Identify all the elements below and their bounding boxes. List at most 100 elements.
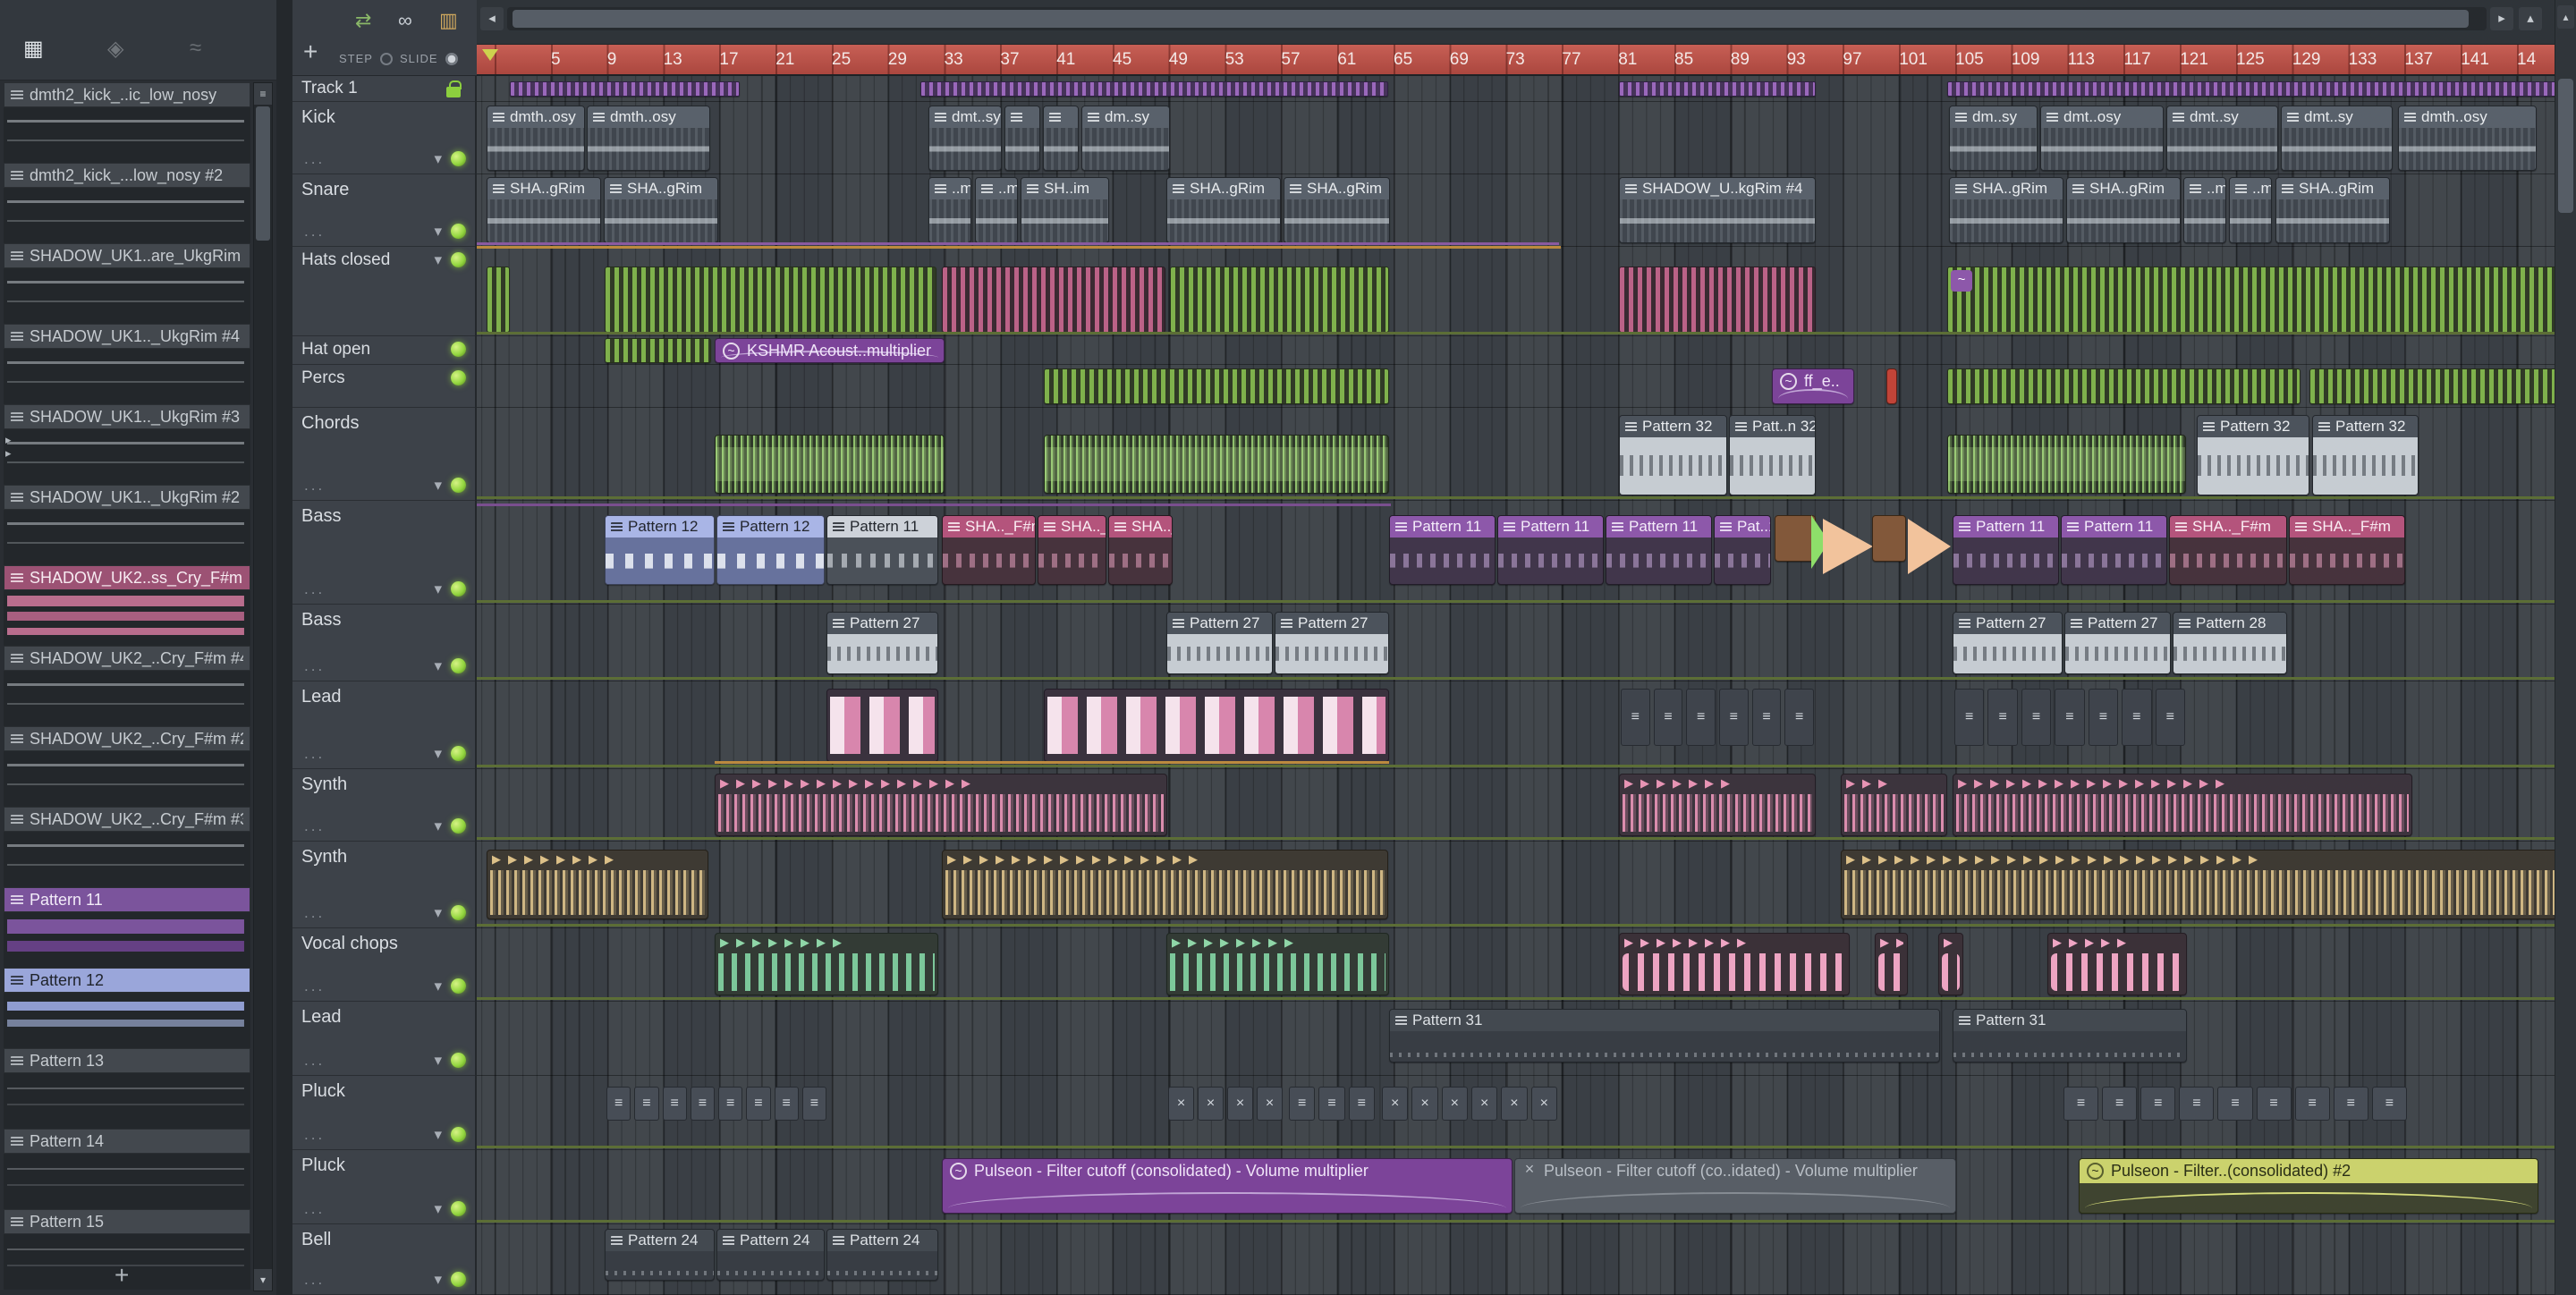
clip-pattern-11[interactable]: Pattern 11 bbox=[2061, 515, 2167, 585]
mini-clip[interactable]: ≡ bbox=[2294, 1087, 2330, 1121]
clip-bg[interactable] bbox=[1170, 267, 1389, 333]
mini-clip[interactable]: ≡ bbox=[2140, 1087, 2176, 1121]
grid-icon[interactable]: ▦ bbox=[23, 36, 44, 62]
mini-clip[interactable]: ≡ bbox=[1289, 1087, 1316, 1121]
clip-seq[interactable]: ≡ ≡ ≡ bbox=[1287, 1087, 1377, 1121]
clip-pattern-11[interactable]: Pattern 11 bbox=[1953, 515, 2059, 585]
clip-bg[interactable] bbox=[605, 267, 936, 333]
timeline-bar-121[interactable]: 121 bbox=[2180, 50, 2208, 70]
clip-seq[interactable]: ≡ ≡ ≡ ≡ ≡ ≡ ≡ ≡ ≡ bbox=[2062, 1087, 2409, 1121]
clip-pattern-27[interactable]: Pattern 27 bbox=[1953, 612, 2063, 674]
clip-dmth-osy[interactable]: dmth..osy bbox=[487, 106, 585, 171]
clip-pattern-27[interactable]: Pattern 27 bbox=[1166, 612, 1273, 674]
clip-pattern-32[interactable]: Pattern 32 bbox=[2197, 415, 2309, 495]
track-led[interactable] bbox=[451, 252, 466, 267]
mini-clip[interactable]: × bbox=[1168, 1087, 1194, 1121]
clip-bm[interactable] bbox=[942, 267, 1165, 333]
track-led[interactable] bbox=[451, 905, 466, 920]
clip-wgr[interactable] bbox=[1947, 435, 2186, 494]
clip-pattern-11[interactable]: Pattern 11 bbox=[1497, 515, 1604, 585]
slide-radio[interactable] bbox=[445, 52, 458, 65]
clip-sha-grim[interactable]: SHA..gRim bbox=[487, 177, 601, 243]
track-header-lead-9[interactable]: Lead... ▾ bbox=[292, 681, 475, 769]
clip-sha-grim[interactable]: SHA..gRim bbox=[2275, 177, 2390, 243]
lane-kick-1[interactable]: dmth..osy dmth..osy dmt..sy dm..sy dm..sy dmt… bbox=[477, 102, 2555, 174]
timeline-bar-81[interactable]: 81 bbox=[1618, 50, 1637, 70]
picker-item-shadow-uk2-cry-f-m-2[interactable]: SHADOW_UK2_..Cry_F#m #2 bbox=[4, 726, 250, 807]
track-led[interactable] bbox=[451, 818, 466, 834]
track-led[interactable] bbox=[451, 978, 466, 994]
track-header-lead-13[interactable]: Lead... ▾ bbox=[292, 1002, 475, 1076]
clip-pattern-27[interactable]: Pattern 27 bbox=[2064, 612, 2171, 674]
track-header-synth-11[interactable]: Synth... ▾ bbox=[292, 842, 475, 928]
mini-clip[interactable]: ≡ bbox=[746, 1087, 771, 1121]
track-led[interactable] bbox=[451, 478, 466, 493]
timeline-bar-77[interactable]: 77 bbox=[1562, 50, 1580, 70]
clip-dmth-osy[interactable]: dmth..osy bbox=[2398, 106, 2537, 171]
timeline-ruler[interactable]: 5 9 13 17 21 25 29 33 37 41 45 49 53 57 61 65 69 73 77 81 85… bbox=[477, 45, 2555, 76]
clip-ff-e[interactable]: ~ ff_e.. bbox=[1772, 368, 1854, 404]
timeline-bar-25[interactable]: 25 bbox=[832, 50, 851, 70]
timeline-bar-125[interactable]: 125 bbox=[2236, 50, 2265, 70]
timeline-bar-137[interactable]: 137 bbox=[2404, 50, 2433, 70]
mini-clip[interactable]: ≡ bbox=[1751, 689, 1782, 746]
clip-au[interactable] bbox=[1043, 106, 1079, 171]
track-header-snare-2[interactable]: Snare... ▾ bbox=[292, 174, 475, 247]
clip-wp[interactable]: ▶▶▶▶▶▶▶ bbox=[1619, 774, 1816, 836]
clip-pattern-31[interactable]: Pattern 31 bbox=[1389, 1009, 1940, 1062]
clip-m[interactable]: ..m bbox=[975, 177, 1018, 243]
mini-clip[interactable]: × bbox=[1411, 1087, 1438, 1121]
timeline-bar-17[interactable]: 17 bbox=[719, 50, 738, 70]
picker-add-button[interactable]: + bbox=[114, 1261, 129, 1290]
mini-clip[interactable]: ≡ bbox=[2155, 689, 2185, 746]
picker-item-shadow-uk1-ukgrim-2[interactable]: SHADOW_UK1.._UkgRim #2 bbox=[4, 485, 250, 565]
clip-pk[interactable] bbox=[826, 689, 938, 762]
clip-sha-f-m[interactable]: SHA.._F#m bbox=[1038, 515, 1106, 585]
chevron-down-icon[interactable]: ▾ bbox=[434, 224, 442, 239]
clip-pattern-11[interactable]: Pattern 11 bbox=[826, 515, 938, 585]
timeline-bar-45[interactable]: 45 bbox=[1113, 50, 1131, 70]
clip-mk[interactable]: ≡ ≡ ≡ ≡ ≡ ≡ bbox=[1619, 689, 1816, 746]
timeline-bar-49[interactable]: 49 bbox=[1169, 50, 1188, 70]
mini-clip[interactable]: × bbox=[1441, 1087, 1468, 1121]
clip-pattern-27[interactable]: Pattern 27 bbox=[1275, 612, 1389, 674]
mini-clip[interactable]: ≡ bbox=[2217, 1087, 2253, 1121]
chevron-down-icon[interactable]: ▾ bbox=[434, 1272, 442, 1287]
clip-vp[interactable]: ▶▶▶▶▶ bbox=[2047, 933, 2187, 995]
mini-clip[interactable]: ≡ bbox=[718, 1087, 743, 1121]
clip-pk[interactable] bbox=[1044, 689, 1389, 762]
clip-pattern-12[interactable]: Pattern 12 bbox=[716, 515, 825, 585]
mini-clip[interactable]: ≡ bbox=[606, 1087, 631, 1121]
track-led[interactable] bbox=[451, 151, 466, 166]
clip-m[interactable]: ..m bbox=[928, 177, 971, 243]
track-header-pluck-15[interactable]: Pluck... ▾ bbox=[292, 1150, 475, 1224]
timeline-bar-97[interactable]: 97 bbox=[1843, 50, 1861, 70]
track-header-hat-open-4[interactable]: Hat open bbox=[292, 336, 475, 365]
picker-item-shadow-uk2-ss-cry-f-m[interactable]: SHADOW_UK2..ss_Cry_F#m bbox=[4, 565, 250, 646]
clip-wgr[interactable] bbox=[715, 435, 945, 494]
clip-m[interactable]: ..m bbox=[2183, 177, 2226, 243]
clip-sha-grim[interactable]: SHA..gRim bbox=[1284, 177, 1390, 243]
picker-item-shadow-uk1-ukgrim-3[interactable]: SHADOW_UK1.._UkgRim #3 ▸ ▸ bbox=[4, 404, 250, 485]
clip-vp[interactable]: ▶▶▶▶▶▶▶▶ bbox=[1619, 933, 1850, 995]
lane-bass-8[interactable]: Pattern 27 Pattern 27 Pattern 27 Pattern 27… bbox=[477, 605, 2555, 681]
clip-pulseon-filter-consolidated-2[interactable]: ~ Pulseon - Filter..(consolidated) #2 bbox=[2079, 1158, 2538, 1214]
track-led[interactable] bbox=[451, 1272, 466, 1287]
mini-clip[interactable]: × bbox=[1227, 1087, 1253, 1121]
clip-dm-sy[interactable]: dm..sy bbox=[1949, 106, 2038, 171]
lane-lead-9[interactable]: ≡ ≡ ≡ ≡ ≡ ≡ ≡ ≡ ≡ ≡ ≡ ≡ ≡ bbox=[477, 681, 2555, 769]
chevron-down-icon[interactable]: ▾ bbox=[434, 818, 442, 834]
timeline-bar-89[interactable]: 89 bbox=[1731, 50, 1750, 70]
clip-sha-f-m[interactable]: SHA.._F#m bbox=[2169, 515, 2287, 585]
clip-seq[interactable]: ≡ ≡ ≡ ≡ ≡ ≡ ≡ ≡ bbox=[605, 1087, 828, 1121]
mini-clip[interactable]: ≡ bbox=[2063, 1087, 2099, 1121]
picker-item-shadow-uk2-cry-f-m-4[interactable]: SHADOW_UK2_..Cry_F#m #4 bbox=[4, 646, 250, 726]
clip-bg[interactable] bbox=[487, 267, 510, 333]
mini-clip[interactable]: × bbox=[1198, 1087, 1224, 1121]
diamond-icon[interactable]: ◈ bbox=[107, 36, 123, 62]
picker-item-shadow-uk2-cry-f-m-3[interactable]: SHADOW_UK2_..Cry_F#m #3 bbox=[4, 807, 250, 887]
mini-clip[interactable]: ≡ bbox=[1784, 689, 1815, 746]
lane-synth-10[interactable]: ▶▶▶▶▶▶▶▶▶▶▶▶▶▶▶▶ ▶▶▶▶▶▶▶ ▶▶▶ ▶▶▶▶▶▶▶▶▶▶▶▶▶▶… bbox=[477, 769, 2555, 842]
mini-clip[interactable]: ≡ bbox=[2055, 689, 2085, 746]
track-led[interactable] bbox=[451, 1053, 466, 1068]
